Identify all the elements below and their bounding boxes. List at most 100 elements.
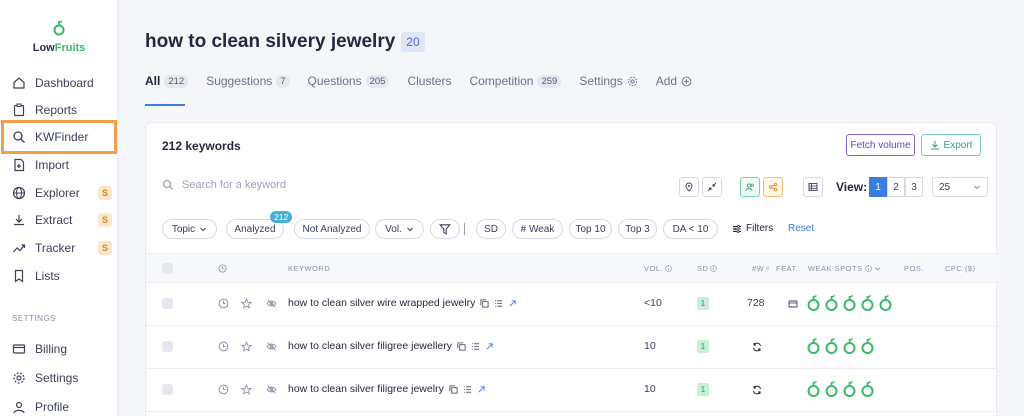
collapse-button[interactable] <box>702 177 722 197</box>
funnel-filter-button[interactable] <box>430 219 460 239</box>
location-button[interactable] <box>679 177 699 197</box>
keyword-text[interactable]: how to clean silver wire wrapped jewelry <box>288 297 475 309</box>
column-weak-spots[interactable]: WEAK SPOTS <box>808 264 881 273</box>
column-features[interactable]: FEAT. <box>776 264 798 273</box>
user-icon <box>13 401 25 414</box>
plus-circle-icon <box>681 76 692 86</box>
not-analyzed-filter-chip[interactable]: Not Analyzed <box>294 219 370 239</box>
sidebar-item-billing[interactable]: Billing <box>12 338 112 360</box>
table-view-button[interactable] <box>803 177 823 197</box>
sidebar-item-import[interactable]: Import <box>12 154 112 176</box>
keyword-cell: how to clean silver filigree jewelry <box>288 383 486 395</box>
table-row[interactable]: how to clean silver filigree jewellery 10… <box>146 326 998 369</box>
tab-all[interactable]: All 212 <box>145 72 189 90</box>
sidebar-item-lists[interactable]: Lists <box>12 265 112 287</box>
table-row[interactable]: how to clean silver wire wrapped jewelry… <box>146 283 998 326</box>
list-icon[interactable] <box>471 342 480 351</box>
search-input[interactable] <box>182 179 482 191</box>
fetch-volume-button[interactable]: Fetch volume <box>846 134 915 156</box>
keyword-text[interactable]: how to clean silver filigree jewellery <box>288 340 452 352</box>
weak-filter-chip[interactable]: # Weak <box>512 219 563 239</box>
share-view-button[interactable] <box>763 177 783 197</box>
volume-cell: 10 <box>644 383 656 395</box>
keyword-text[interactable]: how to clean silver filigree jewelry <box>288 383 444 395</box>
sidebar-item-explorer[interactable]: Explorer S <box>12 182 112 204</box>
row-checkbox[interactable] <box>162 341 173 352</box>
fruit-spot-icon <box>861 294 874 311</box>
sidebar-item-label: Lists <box>35 269 60 283</box>
column-cpc[interactable]: CPC ($) <box>945 264 976 273</box>
star-icon[interactable] <box>241 384 252 395</box>
column-volume[interactable]: VOL. <box>644 264 672 273</box>
sidebar-item-label: Extract <box>35 213 73 227</box>
sidebar-item-tracker[interactable]: Tracker S <box>12 237 112 259</box>
logo-text: LowFruits <box>32 42 86 54</box>
sidebar-item-kwfinder[interactable]: KWFinder <box>1 120 117 154</box>
users-view-button[interactable] <box>740 177 760 197</box>
column-word-count[interactable]: #W c <box>752 264 770 273</box>
sidebar-item-profile[interactable]: Profile <box>12 396 112 416</box>
star-icon[interactable] <box>241 298 252 309</box>
eye-off-icon[interactable] <box>266 341 277 352</box>
weak-spots-cell <box>806 380 875 398</box>
logo[interactable]: LowFruits <box>0 20 118 54</box>
fruit-logo-icon <box>53 20 65 36</box>
sd-filter-chip[interactable]: SD <box>476 219 506 239</box>
top10-filter-chip[interactable]: Top 10 <box>569 219 612 239</box>
sidebar-item-dashboard[interactable]: Dashboard <box>12 72 112 94</box>
tab-competition[interactable]: Competition 259 <box>469 72 562 90</box>
refresh-icon[interactable] <box>752 385 762 395</box>
filters-button[interactable]: Filters <box>732 223 773 234</box>
copy-icon[interactable] <box>480 298 489 308</box>
sidebar-item-extract[interactable]: Extract S <box>12 209 112 231</box>
copy-icon[interactable] <box>457 341 466 351</box>
tab-suggestions[interactable]: Suggestions 7 <box>206 72 290 90</box>
info-icon <box>864 265 872 272</box>
topic-filter-chip[interactable]: Topic <box>162 219 217 239</box>
sidebar-item-settings[interactable]: Settings <box>12 367 112 389</box>
row-checkbox[interactable] <box>162 298 173 309</box>
column-sd[interactable]: SD <box>697 264 718 273</box>
tab-add[interactable]: Add <box>656 72 692 90</box>
page-2-button[interactable]: 2 <box>887 177 905 197</box>
export-button[interactable]: Export <box>921 134 981 156</box>
top3-filter-chip[interactable]: Top 3 <box>618 219 657 239</box>
tab-clusters[interactable]: Clusters <box>407 72 451 90</box>
eye-off-icon[interactable] <box>266 298 277 309</box>
volume-cell: 10 <box>644 340 656 352</box>
list-icon[interactable] <box>494 299 503 308</box>
star-icon[interactable] <box>241 341 252 352</box>
row-checkbox[interactable] <box>162 384 173 395</box>
clock-icon[interactable] <box>218 384 229 395</box>
external-link-icon[interactable] <box>477 385 486 394</box>
bookmark-icon <box>14 269 24 283</box>
page-3-button[interactable]: 3 <box>905 177 923 197</box>
download-icon <box>930 141 939 150</box>
reset-link[interactable]: Reset <box>788 223 814 234</box>
volume-filter-chip[interactable]: Vol. <box>375 219 424 239</box>
select-all-checkbox[interactable] <box>162 263 173 274</box>
refresh-icon[interactable] <box>752 342 762 352</box>
eye-off-icon[interactable] <box>266 384 277 395</box>
column-keyword[interactable]: KEYWORD <box>288 264 330 273</box>
external-link-icon[interactable] <box>485 342 494 351</box>
external-link-icon[interactable] <box>508 299 517 308</box>
fruit-spot-icon <box>861 337 874 354</box>
sidebar-item-reports[interactable]: Reports <box>12 99 112 121</box>
clock-icon[interactable] <box>218 341 229 352</box>
page-1-button[interactable]: 1 <box>869 177 887 197</box>
list-icon[interactable] <box>463 385 472 394</box>
tab-questions[interactable]: Questions 205 <box>308 72 390 90</box>
sd-badge: 1 <box>697 297 709 310</box>
card-icon <box>12 344 26 354</box>
table-row[interactable]: how to clean silver filigree jewelry 10 1 <box>146 369 998 412</box>
sidebar-item-label: Settings <box>35 371 79 385</box>
per-page-select[interactable]: 25 <box>932 177 988 197</box>
tab-settings[interactable]: Settings <box>579 72 637 90</box>
clipboard-icon <box>13 103 25 117</box>
copy-icon[interactable] <box>449 384 458 394</box>
da-filter-chip[interactable]: DA < 10 <box>663 219 718 239</box>
column-position[interactable]: POS. <box>904 264 924 273</box>
info-icon <box>665 265 672 272</box>
clock-icon[interactable] <box>218 298 229 309</box>
